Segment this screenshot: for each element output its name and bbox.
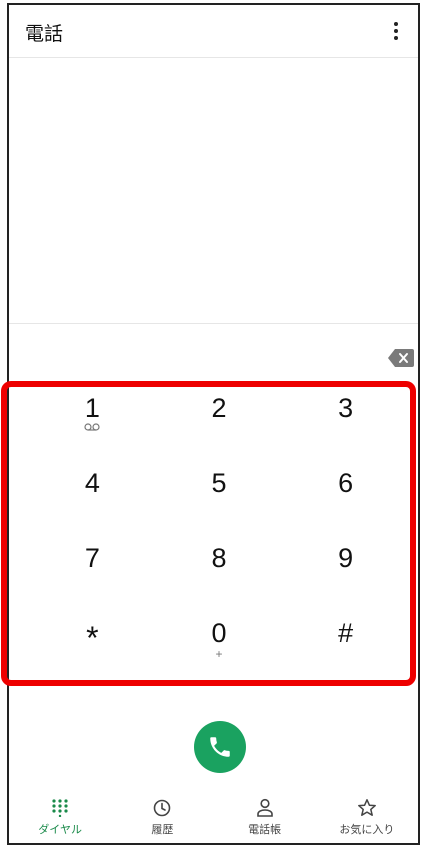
person-icon (254, 797, 276, 819)
app-bar: 電話 (9, 5, 418, 57)
divider (9, 57, 418, 58)
nav-favorites[interactable]: お気に入り (316, 797, 418, 843)
nav-label: ダイヤル (38, 823, 82, 836)
bottom-navigation: ダイヤル 履歴 電話帳 お気に入り (9, 797, 418, 843)
nav-label: 履歴 (151, 823, 174, 836)
phone-icon (210, 737, 230, 757)
nav-dialpad[interactable]: ダイヤル (9, 797, 111, 843)
nav-label: 電話帳 (248, 823, 282, 836)
page-title: 電話 (25, 23, 64, 45)
divider (9, 323, 418, 324)
dialpad-highlight-frame (1, 381, 416, 686)
call-button[interactable] (194, 721, 246, 773)
nav-history[interactable]: 履歴 (111, 797, 213, 843)
nav-label: お気に入り (339, 823, 395, 836)
star-icon (356, 797, 378, 819)
nav-contacts[interactable]: 電話帳 (214, 797, 316, 843)
dialpad-icon (49, 797, 71, 819)
backspace-icon[interactable] (388, 349, 414, 367)
more-options-icon[interactable] (384, 17, 408, 45)
clock-icon (151, 797, 173, 819)
